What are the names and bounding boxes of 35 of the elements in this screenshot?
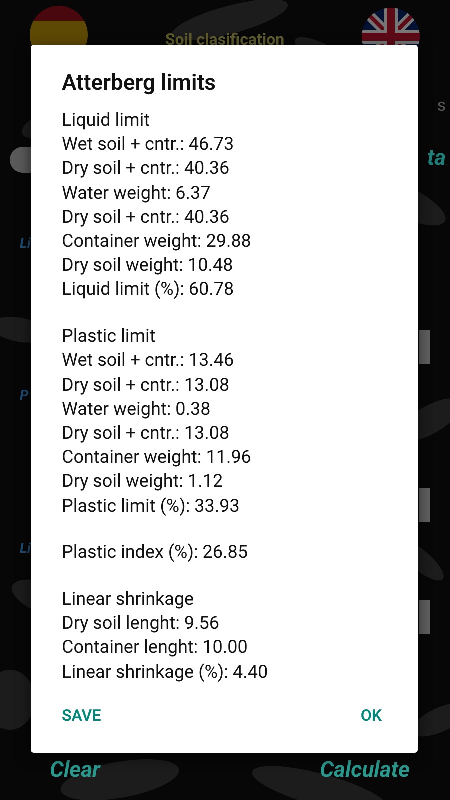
result-line: Dry soil + cntr.: 40.36 (62, 206, 231, 230)
action-button[interactable]: Clear (50, 758, 100, 783)
input-field[interactable] (419, 330, 430, 364)
result-line: Liquid limit (%): 60.78 (62, 278, 236, 302)
field-label: Li (20, 236, 31, 252)
result-line: Water weight: 6.37 (62, 182, 212, 206)
result-line: Wet soil + cntr.: 13.46 (62, 349, 236, 374)
result-line: Container weight: 11.96 (62, 446, 252, 470)
dialog-title: Atterberg limits (62, 70, 217, 98)
result-line: Water weight: 0.38 (62, 398, 212, 422)
tab-label: s (437, 96, 446, 116)
section-heading: ta (427, 146, 446, 171)
result-line: Container lenght: 10.00 (62, 636, 249, 660)
result-line: Liquid limit (62, 109, 152, 133)
result-line: Dry soil + cntr.: 13.08 (62, 422, 231, 446)
result-line: Wet soil + cntr.: 46.73 (62, 133, 236, 158)
result-line: Plastic limit (%): 33.93 (62, 494, 241, 519)
result-line: Dry soil + cntr.: 13.08 (62, 374, 231, 398)
result-line: Linear shrinkage (%): 4.40 (62, 660, 270, 685)
field-label: Li (20, 541, 31, 557)
dialog-button[interactable]: SAVE (54, 698, 110, 733)
input-field[interactable] (419, 488, 430, 522)
result-line: Dry soil weight: 1.12 (62, 470, 224, 494)
input-field[interactable] (419, 600, 430, 634)
app-title: Soil clasification (164, 32, 286, 48)
result-line: Container weight: 29.88 (62, 230, 252, 254)
result-line: Dry soil + cntr.: 40.36 (62, 157, 231, 182)
result-line: Linear shrinkage (62, 588, 196, 612)
result-line: Plastic limit (62, 325, 157, 350)
result-line: Dry soil weight: 10.48 (62, 254, 234, 278)
dialog-button[interactable]: OK (352, 698, 390, 733)
result-line: Dry soil lenght: 9.56 (62, 612, 221, 636)
result-line: Plastic index (%): 26.85 (62, 541, 250, 566)
action-button[interactable]: Calculate (320, 758, 410, 783)
field-label: P (20, 388, 29, 404)
